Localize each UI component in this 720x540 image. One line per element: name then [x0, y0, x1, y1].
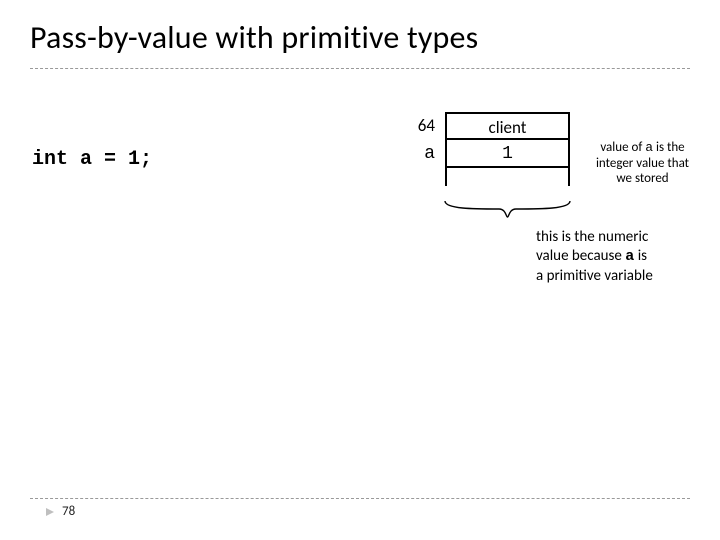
slide-marker-icon	[44, 506, 56, 518]
slide-title: Pass-by-value with primitive types	[30, 18, 478, 57]
annotation-below: this is the numeric value because a is a…	[536, 228, 711, 285]
memory-spacer-left	[335, 168, 445, 186]
memory-address-label: 64	[335, 112, 445, 140]
page-number: 78	[62, 504, 75, 519]
memory-var-label: a	[335, 140, 445, 168]
curly-brace-icon	[444, 200, 571, 218]
slide-footer: 78	[44, 504, 75, 519]
memory-header-cell: client	[445, 112, 570, 140]
code-snippet: int a = 1;	[32, 148, 152, 171]
memory-var-value: 1	[445, 140, 570, 168]
footer-divider	[30, 498, 690, 499]
memory-diagram: 64 client a 1	[335, 112, 570, 186]
title-divider	[30, 68, 690, 69]
memory-spacer-cell	[445, 168, 570, 186]
annotation-right: value of a is the integer value that we …	[575, 140, 710, 187]
